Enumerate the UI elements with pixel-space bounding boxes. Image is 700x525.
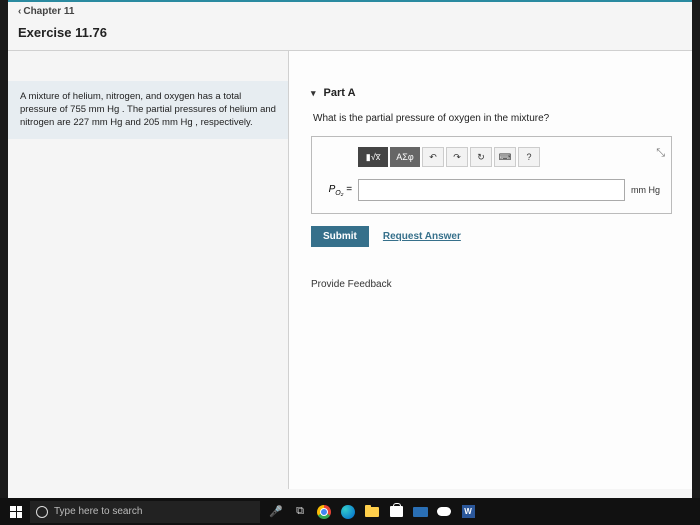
mic-icon[interactable]: 🎤 xyxy=(264,498,288,525)
variable-label: PO₂ = xyxy=(322,184,352,197)
unit-label: mm Hg xyxy=(631,185,661,195)
search-icon xyxy=(36,506,48,518)
content-area: A mixture of helium, nitrogen, and oxyge… xyxy=(8,51,692,489)
back-chapter-link[interactable]: Chapter 11 xyxy=(18,6,74,17)
exercise-title: Exercise 11.76 xyxy=(8,19,692,51)
undo-button[interactable]: ↶ xyxy=(422,147,444,167)
reset-button[interactable]: ↻ xyxy=(470,147,492,167)
keyboard-button[interactable]: ⌨ xyxy=(494,147,516,167)
taskbar-search[interactable]: Type here to search xyxy=(30,501,260,523)
store-icon[interactable] xyxy=(384,498,408,525)
request-answer-link[interactable]: Request Answer xyxy=(383,231,461,242)
word-icon[interactable]: W xyxy=(456,498,480,525)
redo-button[interactable]: ↷ xyxy=(446,147,468,167)
file-explorer-icon[interactable] xyxy=(360,498,384,525)
greek-button[interactable]: ΑΣφ xyxy=(390,147,420,167)
answer-input-row: PO₂ = mm Hg xyxy=(322,179,661,201)
weather-icon[interactable] xyxy=(432,498,456,525)
part-a-header[interactable]: Part A xyxy=(311,87,672,99)
search-placeholder: Type here to search xyxy=(54,506,142,517)
problem-statement: A mixture of helium, nitrogen, and oxyge… xyxy=(8,81,288,139)
answer-box: ⤡ ▮√x̅ ΑΣφ ↶ ↷ ↻ ⌨ ? PO₂ = mm Hg xyxy=(311,136,672,214)
part-a-question: What is the partial pressure of oxygen i… xyxy=(313,113,672,124)
app-screen: Chapter 11 Exercise 11.76 A mixture of h… xyxy=(8,0,692,498)
answer-input[interactable] xyxy=(358,179,625,201)
submit-button[interactable]: Submit xyxy=(311,226,369,247)
windows-taskbar: Type here to search 🎤 ⧉ W xyxy=(0,498,700,525)
task-view-icon[interactable]: ⧉ xyxy=(288,498,312,525)
start-button[interactable] xyxy=(2,498,30,525)
answer-column: Part A What is the partial pressure of o… xyxy=(288,51,692,489)
edge-icon[interactable] xyxy=(336,498,360,525)
problem-column: A mixture of helium, nitrogen, and oxyge… xyxy=(8,51,288,489)
cursor-icon: ⤡ xyxy=(656,147,665,160)
windows-logo-icon xyxy=(10,506,22,518)
submit-row: Submit Request Answer xyxy=(311,226,672,247)
templates-button[interactable]: ▮√x̅ xyxy=(358,147,388,167)
help-button[interactable]: ? xyxy=(518,147,540,167)
provide-feedback-link[interactable]: Provide Feedback xyxy=(311,279,392,290)
breadcrumb-bar: Chapter 11 xyxy=(8,2,692,19)
formula-toolbar: ▮√x̅ ΑΣφ ↶ ↷ ↻ ⌨ ? xyxy=(358,147,661,167)
mail-icon[interactable] xyxy=(408,498,432,525)
chrome-icon[interactable] xyxy=(312,498,336,525)
